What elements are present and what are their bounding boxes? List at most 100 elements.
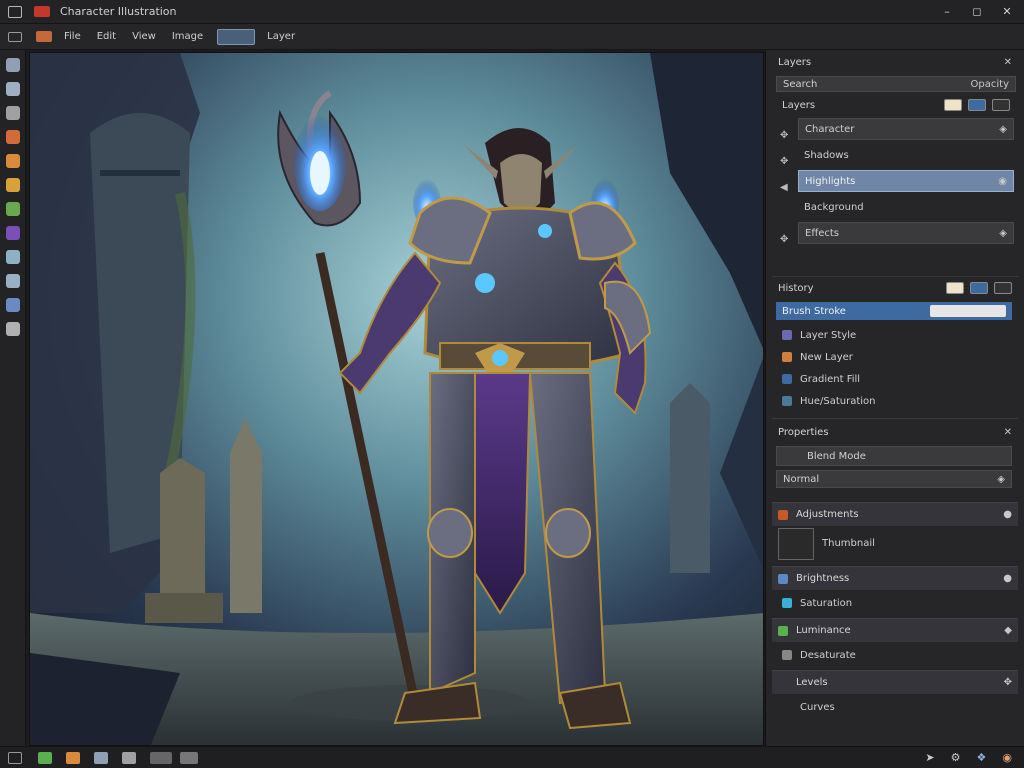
history-item-3[interactable]: Hue/Saturation — [776, 390, 1012, 412]
section-chevron-icon[interactable]: ● — [1003, 573, 1012, 584]
layers-opacity-label: Opacity — [970, 78, 1009, 90]
adjust-section-5[interactable]: Desaturate — [776, 644, 1012, 666]
history-item-label: Gradient Fill — [800, 373, 861, 385]
history-panel-header[interactable]: History — [772, 278, 1018, 298]
text-tool-icon[interactable] — [6, 226, 20, 240]
app-logo-icon — [8, 5, 22, 18]
statusbar-settings-icon[interactable] — [180, 751, 198, 764]
visibility-icon[interactable]: ◈ — [999, 228, 1007, 239]
channel-diamond-icons: ✥ ✥ ◀ ✥ — [780, 130, 789, 245]
select-tool-icon[interactable] — [6, 82, 20, 96]
fill-tool-icon[interactable] — [6, 178, 20, 192]
history-snapshot-icon[interactable] — [946, 282, 964, 294]
help-icon[interactable]: ❖ — [977, 751, 987, 764]
history-selected-row[interactable]: Brush Stroke — [776, 302, 1012, 320]
camera-icon[interactable] — [992, 99, 1010, 111]
collapse-icon[interactable]: ✕ — [1004, 57, 1012, 68]
history-item-2[interactable]: Gradient Fill — [776, 368, 1012, 390]
channel-label: Highlights — [805, 175, 856, 187]
adjust-label: Saturation — [800, 597, 853, 609]
properties-field-2[interactable]: Normal ◈ — [776, 470, 1012, 488]
history-delete-icon[interactable] — [994, 282, 1012, 294]
history-item-label: Hue/Saturation — [800, 395, 876, 407]
layers-panel-header[interactable]: Layers ✕ — [772, 52, 1018, 72]
maximize-icon[interactable]: ◻ — [970, 4, 984, 18]
gradient-tool-icon[interactable] — [6, 202, 20, 216]
move-tool-icon[interactable] — [6, 58, 20, 72]
account-icon[interactable]: ◉ — [1002, 751, 1012, 764]
menu-image[interactable]: Image — [168, 30, 207, 43]
history-item-0[interactable]: Layer Style — [776, 324, 1012, 346]
history-new-icon[interactable] — [970, 282, 988, 294]
desaturate-icon — [782, 650, 792, 660]
adjust-section-7[interactable]: Curves — [776, 696, 1012, 718]
tool-sidebar — [0, 50, 26, 746]
eraser-tool-icon[interactable] — [6, 154, 20, 168]
shape-tool-icon[interactable] — [6, 250, 20, 264]
luminance-icon — [778, 625, 788, 636]
history-item-1[interactable]: New Layer — [776, 346, 1012, 368]
adjust-label: Adjustments — [796, 509, 859, 520]
visibility-icon[interactable]: ◈ — [999, 124, 1007, 135]
dropdown-chevron-icon[interactable]: ◈ — [997, 474, 1005, 485]
panel-divider — [772, 276, 1018, 277]
layers-search-text: Search — [783, 78, 818, 90]
brush-tool-icon[interactable] — [6, 130, 20, 144]
share-icon[interactable]: ➤ — [925, 751, 934, 764]
channel-row-0[interactable]: Character ◈ — [798, 118, 1014, 140]
section-chevron-icon[interactable]: ✥ — [1004, 677, 1012, 688]
brightness-icon — [778, 573, 788, 584]
notifications-icon[interactable]: ⚙ — [951, 751, 961, 764]
adjust-label: Luminance — [796, 625, 851, 636]
menu-icon[interactable] — [8, 31, 22, 42]
adjust-section-6[interactable]: Levels ✥ — [772, 670, 1018, 694]
properties-field-2-text: Normal — [783, 473, 820, 485]
channel-row-2[interactable]: Highlights ◉ — [798, 170, 1014, 192]
panel-divider — [772, 418, 1018, 419]
statusbar-camera-icon[interactable] — [122, 751, 136, 764]
new-layer-icon[interactable] — [944, 99, 962, 111]
adjust-label: Brightness — [796, 573, 850, 584]
zoom-tool-icon[interactable] — [6, 322, 20, 336]
channel-label: Shadows — [804, 149, 849, 161]
eyedropper-tool-icon[interactable] — [6, 274, 20, 288]
thumbnail-preview[interactable] — [778, 528, 814, 560]
channel-row-3[interactable]: Background — [798, 196, 1014, 218]
duplicate-layer-icon[interactable] — [968, 99, 986, 111]
statusbar-export-icon[interactable] — [150, 751, 172, 764]
layers-search-field[interactable]: Search Opacity — [776, 76, 1016, 92]
adjust-section-4[interactable]: Luminance ◆ — [772, 618, 1018, 642]
active-tool-slider[interactable] — [217, 28, 256, 45]
adjust-section-2[interactable]: Brightness ● — [772, 566, 1018, 590]
statusbar-brush-icon[interactable] — [66, 751, 80, 764]
menu-edit[interactable]: Edit — [93, 30, 120, 43]
channel-row-4[interactable]: Effects ◈ — [798, 222, 1014, 244]
section-chevron-icon[interactable]: ● — [1003, 509, 1012, 520]
image-canvas[interactable] — [29, 52, 764, 746]
project-icon[interactable] — [36, 31, 52, 42]
section-chevron-icon[interactable]: ◆ — [1004, 625, 1012, 636]
history-item-label: New Layer — [800, 351, 853, 363]
adjust-section-0[interactable]: Adjustments ● — [772, 502, 1018, 526]
visibility-icon[interactable]: ◉ — [998, 176, 1007, 187]
adjust-section-3[interactable]: Saturation — [776, 592, 1012, 614]
lasso-tool-icon[interactable] — [6, 106, 20, 120]
channel-label: Character — [805, 123, 855, 135]
window-title: Character Illustration — [60, 5, 177, 18]
properties-panel-header[interactable]: Properties ✕ — [772, 422, 1018, 442]
properties-collapse-icon[interactable]: ✕ — [1004, 427, 1012, 438]
menu-layer[interactable]: Layer — [263, 30, 299, 43]
menu-view[interactable]: View — [128, 30, 160, 43]
statusbar-grid-icon[interactable] — [94, 751, 108, 764]
close-icon[interactable]: ✕ — [1000, 4, 1014, 18]
history-item-icon — [782, 396, 792, 406]
channel-row-1[interactable]: Shadows — [798, 144, 1014, 166]
properties-panel-title: Properties — [778, 426, 829, 438]
menu-file[interactable]: File — [60, 30, 85, 43]
statusbar-layers-icon[interactable] — [38, 751, 52, 764]
statusbar-home-icon[interactable] — [8, 751, 22, 764]
hand-tool-icon[interactable] — [6, 298, 20, 312]
history-search-field[interactable] — [930, 305, 1006, 317]
minimize-icon[interactable]: – — [940, 4, 954, 18]
properties-field-1[interactable]: Blend Mode — [776, 446, 1012, 466]
